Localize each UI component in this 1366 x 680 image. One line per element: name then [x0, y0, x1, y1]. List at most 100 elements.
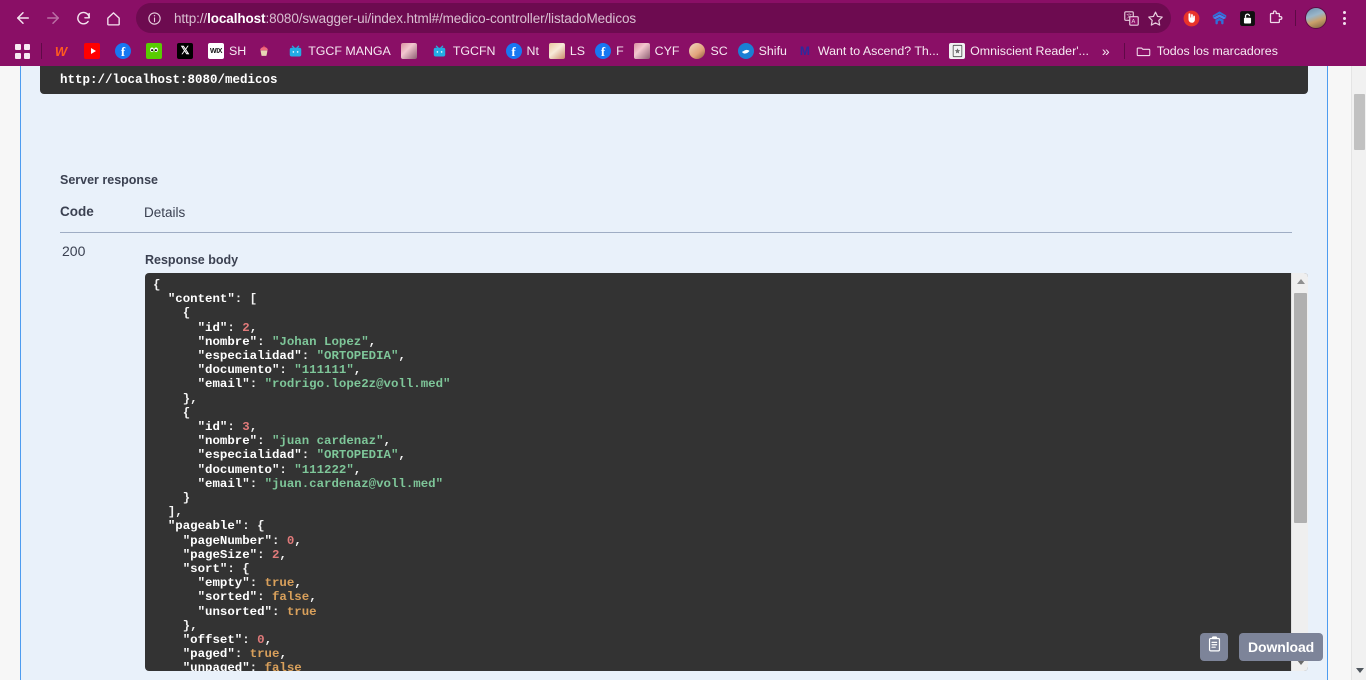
address-bar-url[interactable]: http://localhost:8080/swagger-ui/index.h… [166, 11, 1119, 26]
book-icon [949, 43, 966, 59]
swagger-ui-content-panel: http://localhost:8080/medicos Server res… [20, 66, 1328, 680]
bookmarks-divider [41, 43, 42, 59]
wattpad-icon: W [54, 43, 68, 59]
bookmark-label: LS [569, 44, 586, 58]
bookmark-label: F [616, 44, 624, 58]
home-icon [105, 10, 122, 27]
bookmark-label: Want to Ascend? Th... [817, 44, 940, 58]
code-scroll-up-button[interactable] [1292, 273, 1308, 290]
download-button[interactable]: Download [1239, 633, 1324, 661]
malwarebytes-extension-button[interactable] [1205, 4, 1233, 32]
bookmark-label: Omniscient Reader'... [970, 44, 1089, 58]
bookmark-wattpad[interactable]: W [48, 40, 79, 62]
url-path: :8080/swagger-ui/index.html#/medico-cont… [265, 10, 637, 26]
bookmark-facebook-1[interactable]: f [110, 40, 141, 62]
duolingo-icon [146, 43, 162, 59]
page-scrollbar-thumb[interactable] [1354, 94, 1365, 150]
bookmark-label: SH [229, 44, 247, 58]
browser-chrome: http://localhost:8080/swagger-ui/index.h… [0, 0, 1366, 66]
code-block-scrollbar[interactable] [1291, 273, 1308, 671]
unlock-extension-button[interactable] [1233, 4, 1261, 32]
apps-shortcut-button[interactable] [10, 40, 35, 62]
copy-to-clipboard-button[interactable] [1200, 633, 1228, 661]
site-info-icon[interactable] [142, 6, 166, 30]
url-host: localhost [207, 10, 266, 26]
page-scrollbar[interactable] [1351, 66, 1366, 680]
bookmark-nt[interactable]: f Nt [501, 40, 544, 62]
x-twitter-icon: 𝕏 [177, 43, 193, 59]
bookmark-anime-thumb-1[interactable] [396, 40, 427, 62]
bookmark-label: CYF [654, 44, 680, 58]
bookmark-star-icon[interactable] [1143, 6, 1167, 30]
request-url-strip: http://localhost:8080/medicos [40, 66, 1308, 94]
bookmark-sh[interactable]: WIX SH [203, 40, 251, 62]
bookmark-tgcf-manga[interactable]: TGCF MANGA [282, 40, 396, 62]
page-left-gutter [0, 66, 20, 680]
omnibox-actions: 文A [1119, 6, 1167, 30]
anime-thumbnail-icon [548, 43, 565, 59]
profile-avatar-button[interactable] [1302, 4, 1330, 32]
server-response-heading: Server response [60, 173, 158, 187]
anime-thumbnail-icon [400, 43, 417, 59]
manga-m-icon: M [799, 44, 810, 58]
all-bookmarks-button[interactable]: Todos los marcadores [1131, 40, 1283, 62]
facebook-icon: f [595, 43, 612, 59]
browser-toolbar-extensions [1177, 4, 1358, 32]
bookmark-x-twitter[interactable]: 𝕏 [172, 40, 203, 62]
bookmark-f[interactable]: f F [590, 40, 629, 62]
extensions-puzzle-button[interactable] [1261, 4, 1289, 32]
bookmark-cyf[interactable]: CYF [629, 40, 685, 62]
bookmark-shifu[interactable]: Shifu [733, 40, 792, 62]
youtube-icon [84, 43, 100, 59]
forward-button[interactable] [38, 3, 68, 33]
bookmark-youtube[interactable] [79, 40, 110, 62]
reload-button[interactable] [68, 3, 98, 33]
chrome-menu-button[interactable] [1330, 4, 1358, 32]
bookmarks-divider-2 [1123, 43, 1125, 59]
avatar-thumbnail-icon [633, 43, 650, 59]
response-body-code-block[interactable]: { "content": [ { "id": 2, "nombre": "Joh… [145, 273, 1308, 671]
column-header-code: Code [60, 204, 94, 219]
all-bookmarks-label: Todos los marcadores [1156, 44, 1278, 58]
adblock-extension-button[interactable] [1177, 4, 1205, 32]
cupcake-icon [256, 43, 272, 59]
bookmark-duolingo[interactable] [141, 40, 172, 62]
shifu-icon [737, 43, 754, 59]
bookmarks-bar: W f 𝕏 WIX SH TGCF MANGA TGCFN f Nt LS f … [0, 36, 1366, 66]
folder-icon [1136, 43, 1152, 59]
response-body-heading: Response body [145, 253, 239, 267]
bookmarks-overflow-button[interactable]: » [1094, 43, 1118, 59]
bookmark-sc[interactable]: SC [684, 40, 732, 62]
wix-icon: WIX [208, 43, 224, 59]
bookmark-label: SC [710, 44, 728, 58]
address-bar[interactable]: http://localhost:8080/swagger-ui/index.h… [136, 3, 1171, 33]
kebab-menu-icon [1342, 11, 1346, 25]
home-button[interactable] [98, 3, 128, 33]
column-header-details: Details [144, 205, 186, 220]
chevron-down-icon [1355, 668, 1364, 673]
bilibili-icon [432, 43, 448, 59]
response-body-json: { "content": [ { "id": 2, "nombre": "Joh… [153, 278, 451, 671]
bookmark-want-to-ascend[interactable]: M Want to Ascend? Th... [792, 40, 944, 62]
character-thumbnail-icon [689, 43, 706, 59]
toolbar-divider [1295, 10, 1296, 26]
bookmark-cupcake[interactable] [251, 40, 282, 62]
page-viewport: http://localhost:8080/medicos Server res… [0, 66, 1366, 680]
bookmark-label: TGCF MANGA [308, 44, 391, 58]
bookmark-tgcfn[interactable]: TGCFN [427, 40, 501, 62]
page-scroll-down-button[interactable] [1352, 663, 1366, 678]
back-button[interactable] [8, 3, 38, 33]
table-divider [60, 232, 1292, 233]
avatar [1305, 7, 1327, 29]
code-scrollbar-thumb[interactable] [1294, 293, 1307, 523]
response-status-code: 200 [62, 243, 86, 259]
browser-nav-row: http://localhost:8080/swagger-ui/index.h… [0, 0, 1366, 36]
bookmark-ls[interactable]: LS [544, 40, 590, 62]
bookmark-omniscient-reader[interactable]: Omniscient Reader'... [944, 40, 1094, 62]
url-scheme: http:// [174, 10, 208, 26]
svg-text:A: A [1131, 19, 1135, 25]
chevron-up-icon [1296, 279, 1305, 284]
translate-icon[interactable]: 文A [1119, 6, 1143, 30]
facebook-icon: f [505, 43, 522, 59]
arrow-left-icon [14, 9, 32, 27]
